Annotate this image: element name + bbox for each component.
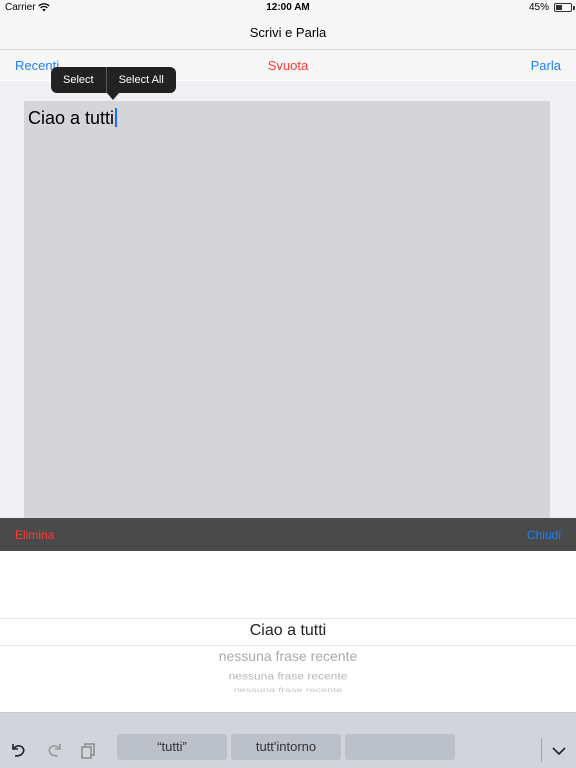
edit-menu: Select Select All — [51, 67, 176, 93]
editor-text: Ciao a tutti — [28, 108, 115, 128]
select-menu-item[interactable]: Select — [51, 67, 106, 93]
page-title: Scrivi e Parla — [249, 25, 327, 40]
chevron-down-icon[interactable] — [549, 741, 569, 761]
redo-icon[interactable] — [44, 741, 64, 761]
battery-tip — [573, 6, 575, 10]
select-all-menu-item[interactable]: Select All — [107, 67, 176, 93]
status-bar: Carrier 12:00 AM 45% — [0, 0, 576, 16]
parla-button[interactable]: Parla — [531, 58, 561, 73]
text-caret — [115, 108, 118, 127]
elimina-button[interactable]: Elimina — [15, 528, 54, 542]
clock: 12:00 AM — [266, 2, 310, 13]
text-editor[interactable]: Ciao a tutti — [24, 101, 550, 518]
chiudi-button[interactable]: Chiudi — [527, 528, 561, 542]
battery-icon — [554, 3, 572, 12]
edit-menu-arrow — [107, 93, 119, 100]
suggestion-1[interactable]: “tutti” — [117, 734, 227, 760]
picker-selected-item[interactable]: Ciao a tutti — [0, 622, 576, 640]
nav-bar: Scrivi e Parla — [0, 16, 576, 50]
editor-content[interactable]: Ciao a tutti — [28, 108, 118, 129]
undo-icon[interactable] — [9, 741, 29, 761]
suggestion-3[interactable] — [345, 734, 455, 760]
picker-item[interactable]: nessuna frase recente — [0, 648, 576, 664]
picker-item[interactable]: nessuna frase recente — [0, 670, 576, 682]
svuota-button[interactable]: Svuota — [268, 58, 308, 73]
picker-toolbar: Elimina Chiudi — [0, 518, 576, 551]
picker-divider-top — [0, 618, 576, 619]
recent-phrases-picker[interactable]: Ciao a tutti nessuna frase recente nessu… — [0, 551, 576, 712]
paste-icon[interactable] — [78, 741, 98, 761]
picker-item[interactable]: nessuna frase recente — [0, 686, 576, 693]
suggestion-2[interactable]: tutt'intorno — [231, 734, 341, 760]
picker-divider-bottom — [0, 645, 576, 646]
battery-percent: 45% — [528, 2, 549, 13]
keyboard-divider — [541, 738, 542, 762]
keyboard-shortcut-bar: “tutti” tutt'intorno — [0, 712, 576, 768]
